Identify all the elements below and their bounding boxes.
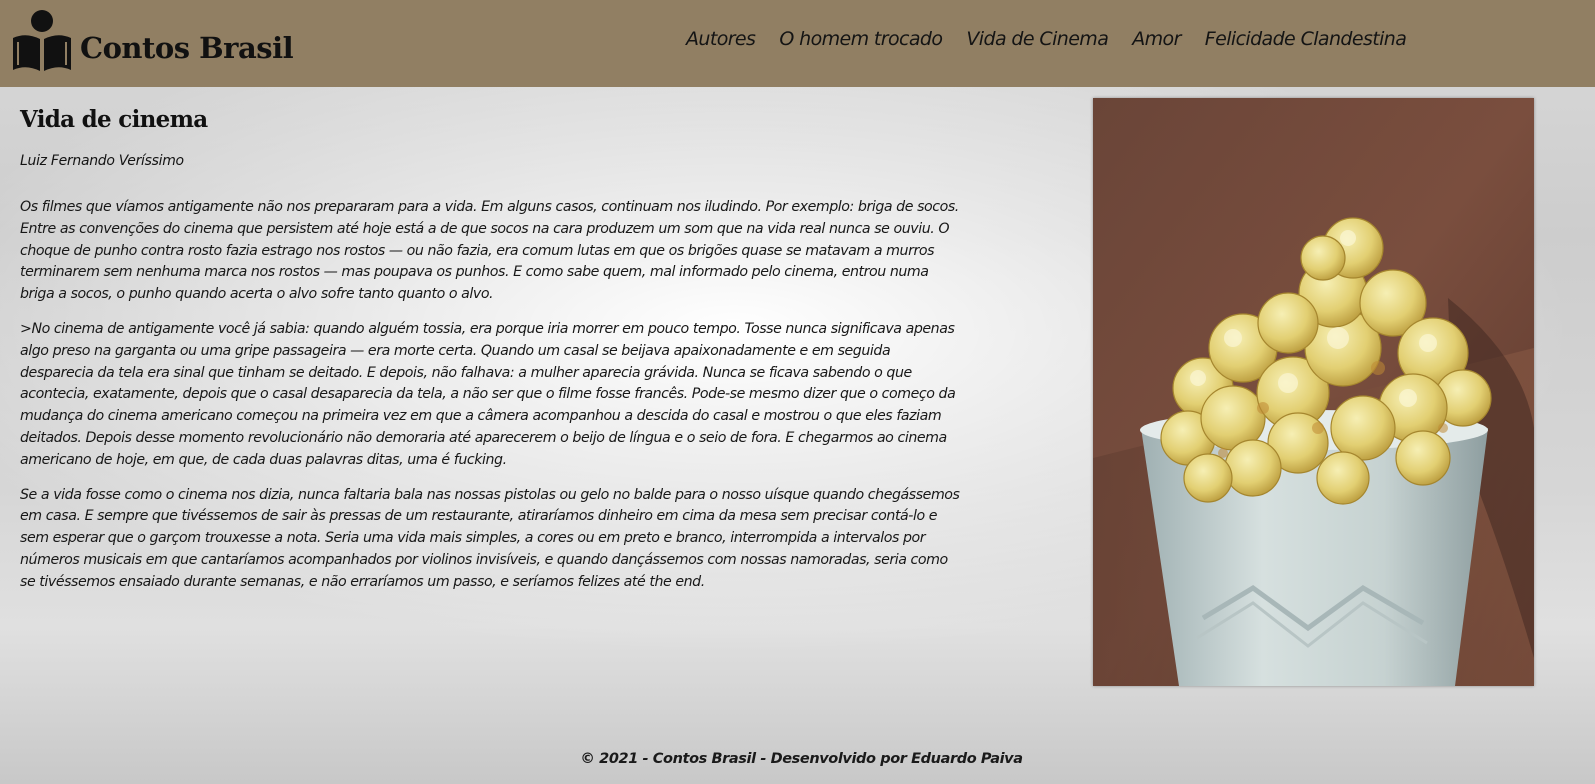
main-nav: Autores O homem trocado Vida de Cinema A… xyxy=(686,28,1407,50)
nav-link-vida-de-cinema[interactable]: Vida de Cinema xyxy=(966,28,1108,50)
site-header: Contos Brasil Autores O homem trocado Vi… xyxy=(0,0,1595,87)
story-article: Vida de cinema Luiz Fernando Veríssimo O… xyxy=(20,106,960,607)
site-footer: © 2021 - Contos Brasil - Desenvolvido po… xyxy=(0,748,1595,767)
nav-link-o-homem-trocado[interactable]: O homem trocado xyxy=(779,28,943,50)
nav-link-autores[interactable]: Autores xyxy=(686,28,756,50)
nav-link-amor[interactable]: Amor xyxy=(1132,28,1181,50)
popcorn-cup-photo xyxy=(1093,98,1534,686)
brand-name: Contos Brasil xyxy=(80,31,294,65)
footer-copyright: © 2021 - Contos Brasil - Desenvolvido po… xyxy=(580,751,1023,767)
story-paragraph-2: >No cinema de antigamente você já sabia:… xyxy=(20,320,956,468)
story-body: Os filmes que víamos antigamente não nos… xyxy=(20,197,960,594)
story-paragraph-1: Os filmes que víamos antigamente não nos… xyxy=(20,199,959,303)
reader-book-icon xyxy=(13,10,71,71)
popcorn-illustration xyxy=(1093,98,1534,686)
story-author: Luiz Fernando Veríssimo xyxy=(20,153,184,169)
story-paragraph-3: Se a vida fosse como o cinema nos dizia,… xyxy=(20,486,960,590)
nav-link-felicidade-clandestina[interactable]: Felicidade Clandestina xyxy=(1205,28,1407,50)
site-logo[interactable]: Contos Brasil xyxy=(10,6,294,76)
story-title: Vida de cinema xyxy=(20,106,208,133)
